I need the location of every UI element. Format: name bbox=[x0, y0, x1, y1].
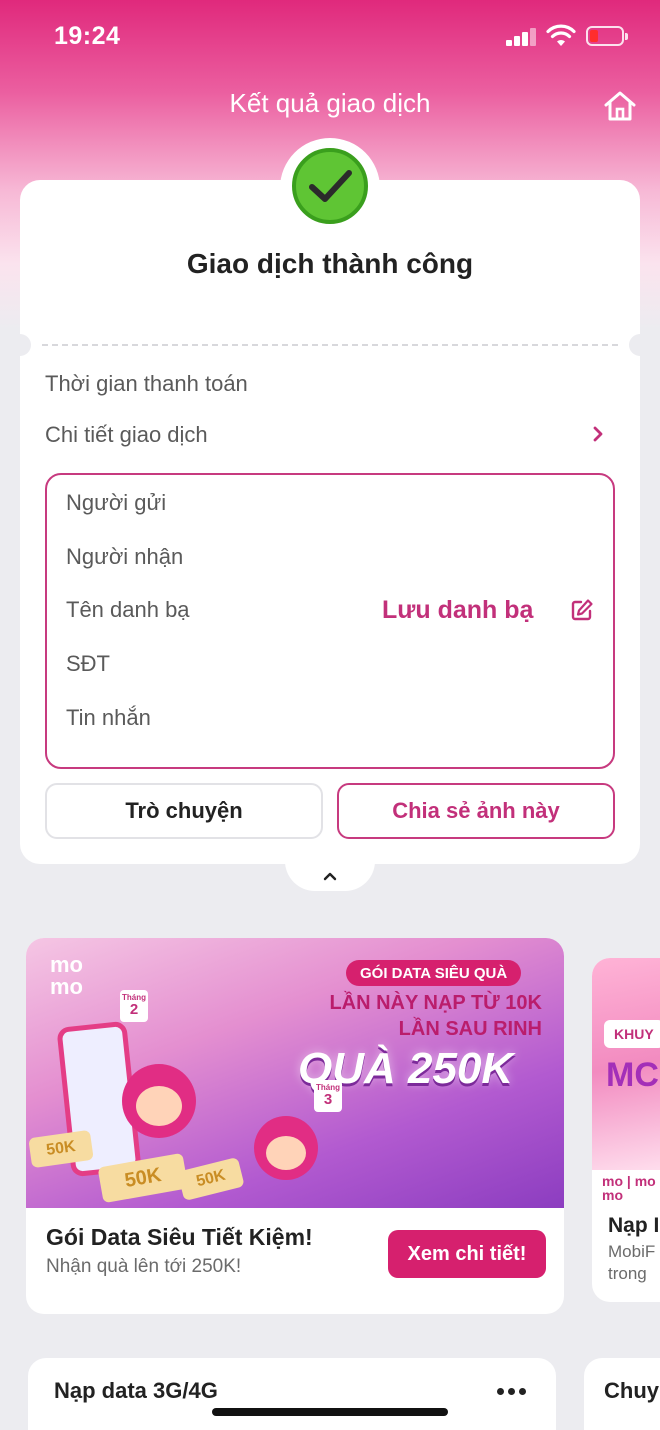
promo-headline-1: LẦN NÀY NẠP TỪ 10K bbox=[329, 992, 542, 1014]
phone-label: SĐT bbox=[66, 651, 110, 676]
voucher-ticket-3: 50K bbox=[177, 1156, 245, 1202]
data-topup-title: Nạp data 3G/4G bbox=[54, 1378, 218, 1403]
promo2-pill: KHUY bbox=[604, 1020, 660, 1048]
calendar-badge-icon: Tháng 2 bbox=[120, 990, 148, 1022]
transfer-card-title: Chuy bbox=[604, 1378, 659, 1403]
chevron-up-icon[interactable] bbox=[322, 870, 338, 882]
promo-card[interactable]: mo mo GÓI DATA SIÊU QUÀ LẦN NÀY NẠP TỪ 1… bbox=[26, 938, 564, 1314]
chat-button[interactable]: Trò chuyện bbox=[45, 783, 323, 839]
home-icon[interactable] bbox=[603, 90, 637, 122]
promo2-subtitle-1: MobiF bbox=[608, 1242, 656, 1261]
mascot-illustration bbox=[122, 1064, 196, 1138]
view-details-button[interactable]: Xem chi tiết! bbox=[388, 1230, 546, 1278]
more-options-icon[interactable] bbox=[497, 1388, 527, 1396]
message-label: Tin nhắn bbox=[66, 705, 151, 730]
ticket-notch-right bbox=[629, 334, 651, 356]
promo-title: Gói Data Siêu Tiết Kiệm! bbox=[46, 1224, 313, 1250]
payment-time-label: Thời gian thanh toán bbox=[45, 371, 248, 396]
promo-pill: GÓI DATA SIÊU QUÀ bbox=[346, 960, 522, 986]
cellular-signal-icon bbox=[506, 26, 538, 46]
promo-banner-image[interactable]: mo mo GÓI DATA SIÊU QUÀ LẦN NÀY NẠP TỪ 1… bbox=[26, 938, 564, 1208]
success-title: Giao dịch thành công bbox=[186, 248, 474, 279]
page-title: Kết quả giao dịch bbox=[229, 88, 431, 118]
ticket-divider bbox=[42, 344, 618, 346]
promo-headline-2: LẦN SAU RINH bbox=[398, 1018, 542, 1040]
save-contact-button[interactable]: Lưu danh bạ bbox=[382, 596, 533, 625]
mascot-illustration-2 bbox=[254, 1116, 318, 1180]
battery-icon bbox=[586, 26, 628, 46]
share-image-button[interactable]: Chia sẻ ảnh này bbox=[337, 783, 615, 839]
promo2-title: Nạp I bbox=[608, 1214, 660, 1237]
success-check-icon bbox=[292, 148, 368, 224]
receiver-label: Người nhận bbox=[66, 544, 184, 569]
partner-logos: mo | mo mo bbox=[602, 1173, 656, 1203]
promo2-big-text: MC bbox=[606, 1056, 659, 1094]
promo2-subtitle-2: trong bbox=[608, 1264, 647, 1283]
momo-logo: mo mo bbox=[50, 952, 83, 999]
sender-label: Người gửi bbox=[66, 490, 167, 515]
status-time: 19:24 bbox=[54, 22, 121, 50]
status-bar: 19:24 bbox=[0, 0, 660, 72]
success-badge bbox=[280, 138, 380, 238]
calendar-badge-icon-2: Tháng 3 bbox=[314, 1080, 342, 1112]
ticket-notch-left bbox=[9, 334, 31, 356]
promo-subtitle: Nhận quà lên tới 250K! bbox=[46, 1256, 242, 1277]
transaction-details-link[interactable]: Chi tiết giao dịch bbox=[45, 422, 208, 448]
chevron-right-icon[interactable] bbox=[591, 424, 605, 444]
home-indicator[interactable] bbox=[212, 1408, 448, 1416]
edit-icon[interactable] bbox=[570, 598, 594, 622]
wifi-icon bbox=[546, 24, 576, 46]
contact-name-label: Tên danh bạ bbox=[66, 597, 190, 622]
promo-card-2[interactable]: KHUY MC mo | mo mo Nạp I MobiF trong bbox=[592, 958, 660, 1302]
